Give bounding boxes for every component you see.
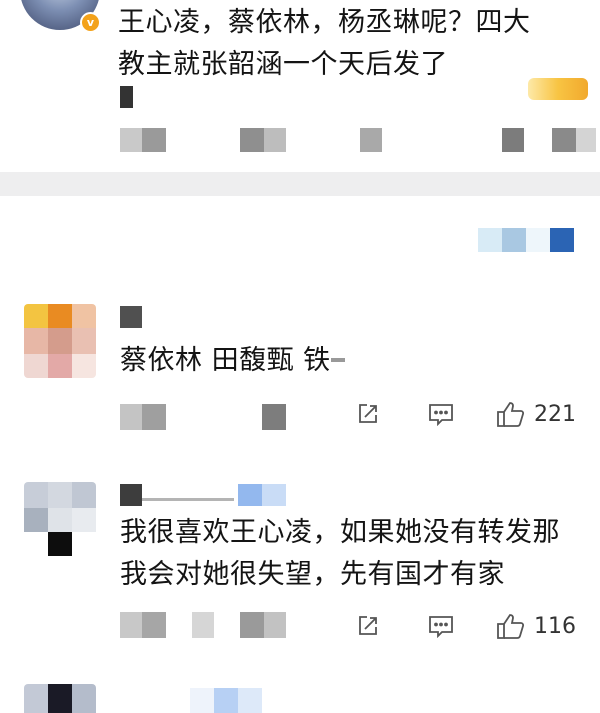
avatar[interactable]: [24, 482, 96, 556]
comment-text: 我很喜欢王心凌，如果她没有转发那 我会对她很失望，先有国才有家: [120, 512, 590, 596]
pixelated-action-row: [120, 128, 600, 156]
verified-badge-icon: v: [80, 12, 101, 33]
share-icon: [359, 404, 377, 423]
like-icon: [497, 402, 525, 427]
like-icon: [497, 614, 525, 639]
comment-text-line-content: 教主就张韶涵一个天后发了: [118, 49, 448, 80]
like-button[interactable]: 116: [496, 612, 576, 640]
like-count: 116: [534, 613, 576, 639]
pixelated-username: [120, 484, 290, 510]
comment-text-line: 我很喜欢王心凌，如果她没有转发那: [120, 517, 560, 548]
comment-text: 蔡依林 田馥甄 铁: [120, 340, 500, 382]
share-icon: [359, 616, 377, 635]
avatar[interactable]: [24, 304, 96, 378]
pixelated-meta: [120, 404, 300, 432]
comment-button[interactable]: [428, 614, 454, 638]
truncated-glyph: [330, 349, 345, 371]
like-button[interactable]: 221: [496, 400, 576, 428]
pixelated-username: [120, 306, 144, 330]
avatar[interactable]: [24, 684, 96, 713]
comment-text-line: 教主就张韶涵一个天后发了: [118, 44, 558, 108]
comment-text-line: 我会对她很失望，先有国才有家: [120, 559, 505, 590]
share-button[interactable]: [356, 402, 380, 426]
comment-text-line: 王心凌，蔡依林，杨丞琳呢？四大: [118, 7, 531, 38]
emoji-icon: [120, 86, 142, 108]
pixelated-meta: [120, 612, 320, 640]
comment-icon: [429, 616, 453, 638]
comment-text: 王心凌，蔡依林，杨丞琳呢？四大 教主就张韶涵一个天后发了: [118, 2, 558, 108]
pixelated-badge: [528, 78, 588, 100]
like-count: 221: [534, 401, 576, 427]
pixelated-username: [190, 688, 270, 713]
share-button[interactable]: [356, 614, 380, 638]
section-divider: [0, 172, 600, 196]
pixelated-header: [478, 228, 578, 254]
comment-button[interactable]: [428, 402, 454, 426]
comment-text-content: 蔡依林 田馥甄 铁: [120, 345, 331, 376]
comment-icon: [429, 404, 453, 426]
